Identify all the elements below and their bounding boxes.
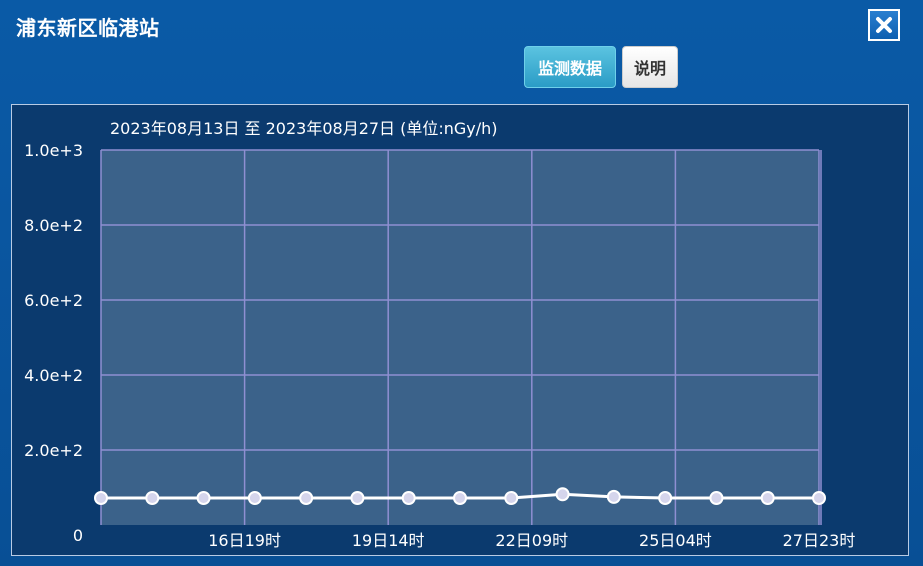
x-tick-label: 25日04时 xyxy=(639,531,712,550)
data-point xyxy=(453,491,467,505)
data-point xyxy=(145,491,160,505)
data-point xyxy=(709,491,724,505)
y-tick-label: 4.0e+2 xyxy=(24,366,83,385)
monitoring-data-button[interactable]: 监测数据 xyxy=(524,46,616,88)
data-point xyxy=(658,491,673,505)
data-point xyxy=(94,491,108,505)
data-point xyxy=(760,491,775,505)
y-tick-label: 0 xyxy=(73,526,83,545)
x-tick-label: 19日14时 xyxy=(352,531,425,550)
x-tick-label: 22日09时 xyxy=(495,531,568,550)
y-tick-label: 8.0e+2 xyxy=(24,216,83,235)
y-tick-label: 6.0e+2 xyxy=(24,291,83,310)
data-point xyxy=(504,491,519,505)
data-point xyxy=(196,491,211,505)
data-point xyxy=(299,491,314,505)
x-tick-label: 16日19时 xyxy=(208,531,281,550)
chart-panel: 2023年08月13日 至 2023年08月27日 (单位:nGy/h) 0 2.… xyxy=(11,104,909,556)
window-title: 浦东新区临港站 xyxy=(16,16,160,40)
close-icon xyxy=(876,17,892,33)
data-point xyxy=(606,489,621,504)
line-chart: 0 2.0e+2 4.0e+2 6.0e+2 8.0e+2 1.0e+3 16日19时 19日… xyxy=(24,141,856,550)
y-tick-label: 2.0e+2 xyxy=(24,441,83,460)
data-point xyxy=(812,491,826,505)
data-point xyxy=(555,487,570,502)
plot-area xyxy=(101,150,819,525)
close-button[interactable] xyxy=(868,9,900,41)
x-tick-label: 27日23时 xyxy=(783,531,856,550)
data-point xyxy=(350,491,365,505)
y-tick-label: 1.0e+3 xyxy=(24,141,83,160)
data-point xyxy=(401,491,416,505)
help-button[interactable]: 说明 xyxy=(622,46,678,88)
data-point xyxy=(247,491,262,505)
